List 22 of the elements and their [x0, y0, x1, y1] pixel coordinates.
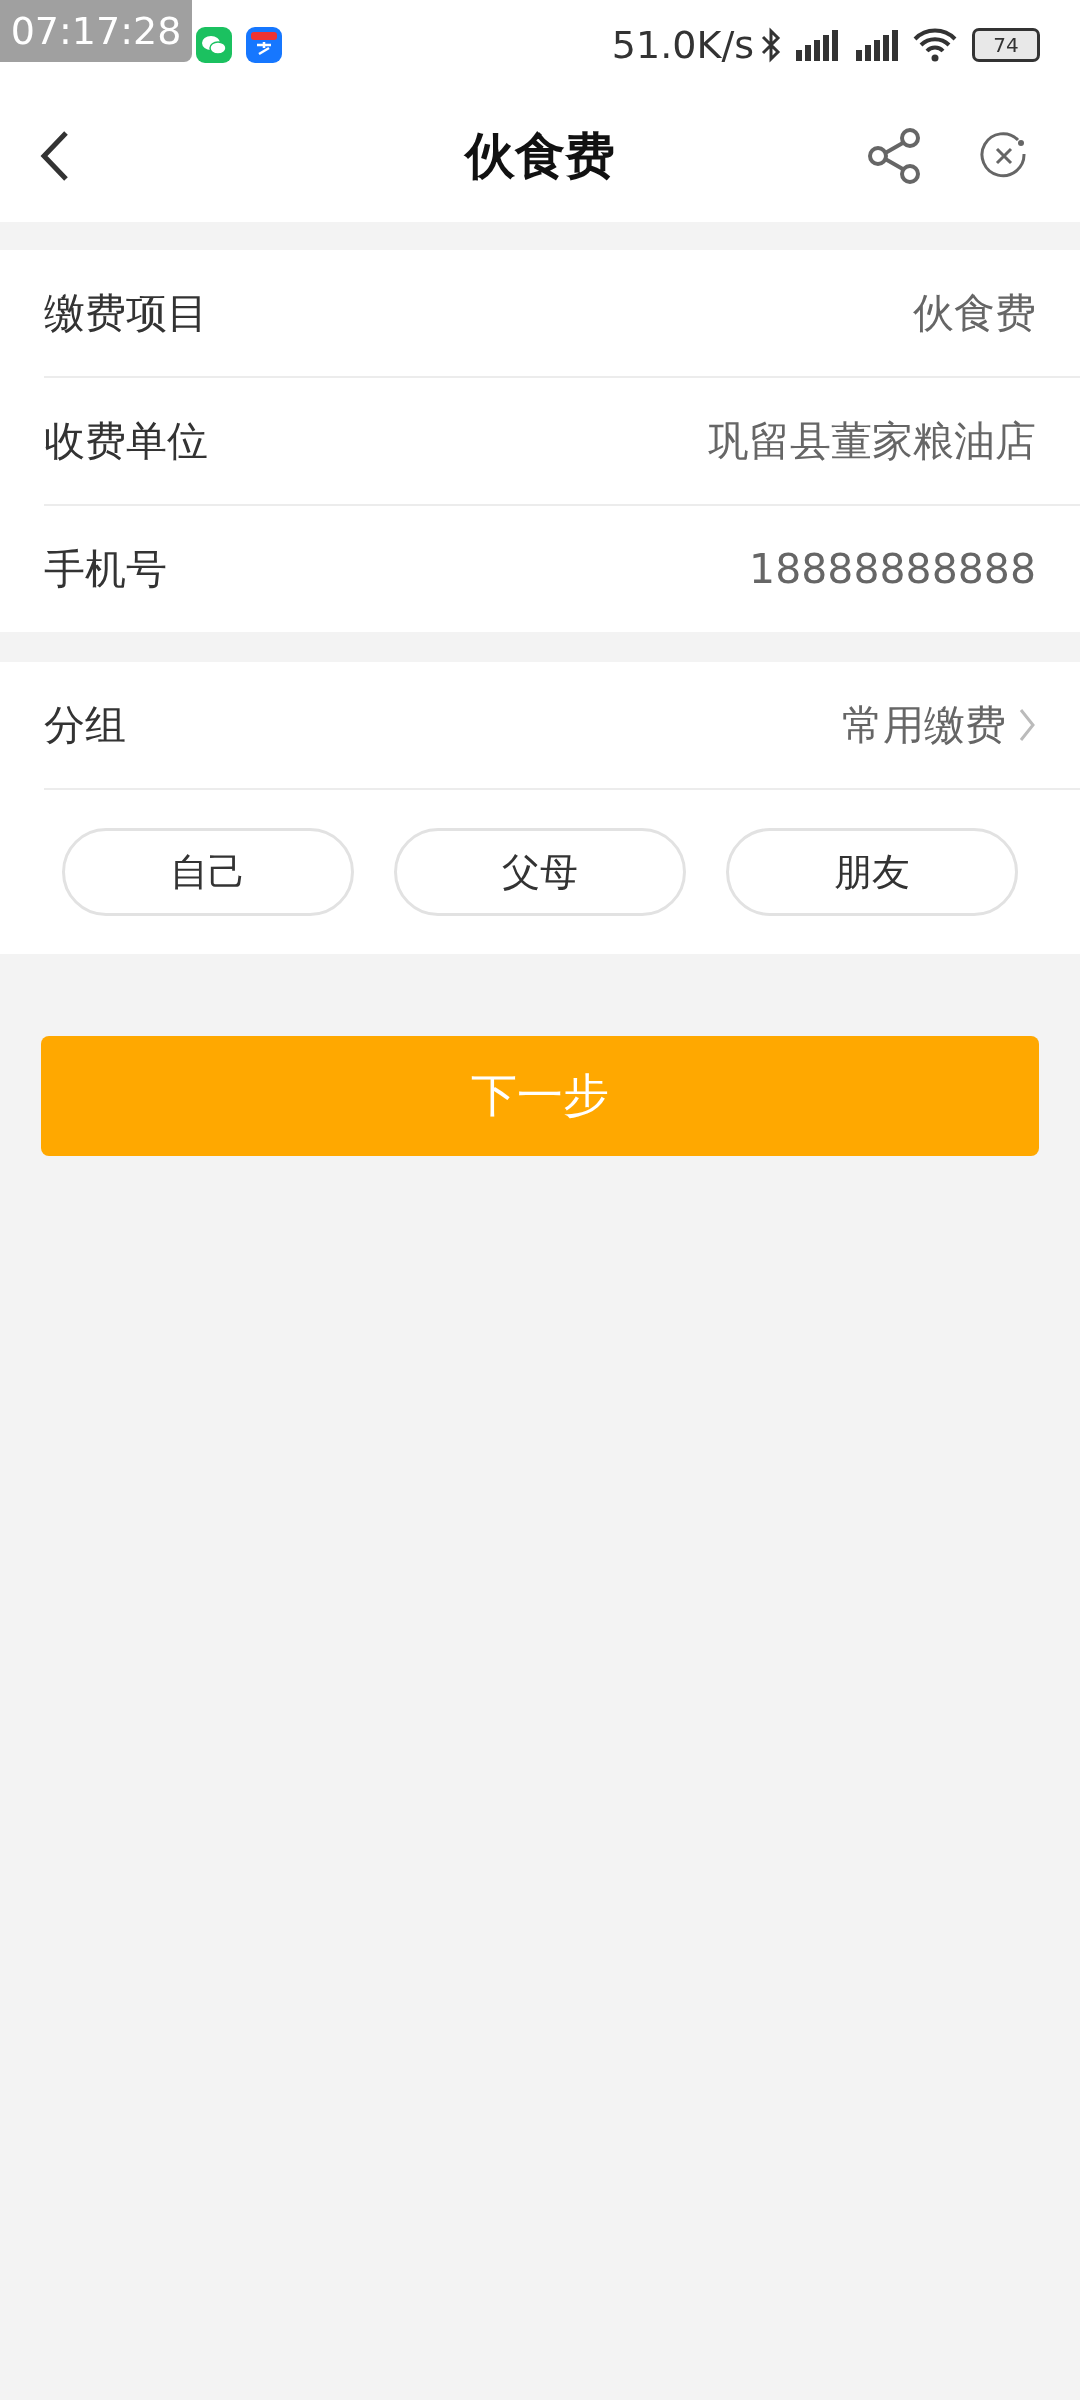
payment-app-icon [246, 27, 282, 63]
group-chip[interactable]: 自己 [62, 828, 354, 916]
wifi-icon [912, 27, 958, 63]
field-label: 缴费项目 [44, 287, 208, 339]
network-speed: 51.0K/s [611, 23, 754, 67]
chat-app-icon [196, 27, 232, 63]
group-value[interactable]: 常用缴费 [842, 697, 1006, 753]
page-title: 伙食费 [465, 125, 615, 187]
field-value: 18888888888 [749, 545, 1036, 593]
bluetooth-icon [760, 27, 782, 63]
field-value: 伙食费 [913, 287, 1036, 339]
group-chip[interactable]: 朋友 [726, 828, 1018, 916]
field-value: 巩留县董家粮油店 [708, 415, 1036, 467]
close-icon[interactable] [980, 132, 1028, 180]
group-chip[interactable]: 父母 [394, 828, 686, 916]
timestamp-overlay: 07:17:28 [0, 0, 192, 62]
battery-icon: 74 [972, 28, 1040, 62]
field-label: 收费单位 [44, 415, 208, 467]
share-icon[interactable] [866, 126, 922, 186]
back-icon[interactable] [40, 130, 70, 182]
field-label: 手机号 [44, 543, 167, 595]
group-label: 分组 [44, 699, 126, 751]
